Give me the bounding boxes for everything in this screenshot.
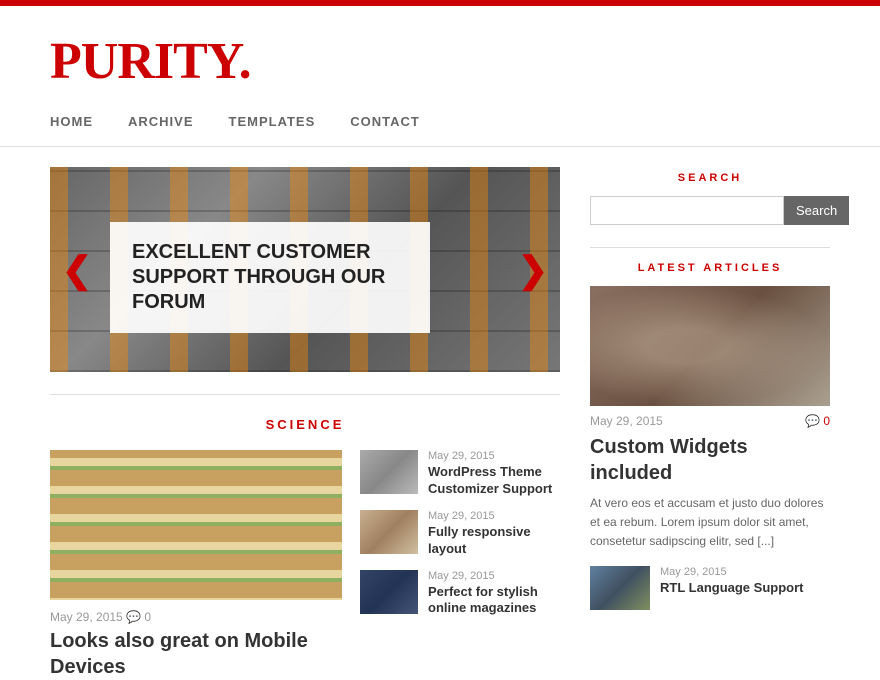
- search-box: Search: [590, 196, 830, 225]
- section-title: SCIENCE: [50, 394, 560, 432]
- small-article-2-text: May 29, 2015 Fully responsive layout: [428, 510, 560, 558]
- sidebar-small-title: RTL Language Support: [660, 580, 803, 597]
- sidebar-search-title: SEARCH: [590, 167, 830, 184]
- small-article-3: May 29, 2015 Perfect for stylish online …: [360, 570, 560, 618]
- hero-next-button[interactable]: ❯: [518, 252, 548, 288]
- sidebar-small-date: May 29, 2015: [660, 566, 803, 578]
- small-article-3-text: May 29, 2015 Perfect for stylish online …: [428, 570, 560, 618]
- sidebar: SEARCH Search LATEST ARTICLES May 29, 20…: [590, 167, 830, 680]
- main-article-comment-icon: 💬: [126, 610, 144, 624]
- hero-slider: EXCELLENT CUSTOMER SUPPORT THROUGH OUR F…: [50, 167, 560, 372]
- main-layout: EXCELLENT CUSTOMER SUPPORT THROUGH OUR F…: [0, 167, 880, 680]
- logo-text: PURITY: [50, 33, 239, 90]
- logo-dot: .: [239, 33, 251, 90]
- nav-archive[interactable]: ARCHIVE: [128, 114, 194, 129]
- sidebar-featured-title: Custom Widgets included: [590, 434, 830, 486]
- small-article-1: May 29, 2015 WordPress Theme Customizer …: [360, 450, 560, 498]
- small-article-1-image: [360, 450, 418, 494]
- nav-templates[interactable]: TEMPLATES: [229, 114, 316, 129]
- small-article-2: May 29, 2015 Fully responsive layout: [360, 510, 560, 558]
- small-article-3-title: Perfect for stylish online magazines: [428, 584, 560, 618]
- search-button[interactable]: Search: [784, 196, 849, 225]
- small-article-1-title: WordPress Theme Customizer Support: [428, 464, 560, 498]
- main-article-title: Looks also great on Mobile Devices: [50, 628, 342, 680]
- small-article-2-image: [360, 510, 418, 554]
- main-nav: HOME ARCHIVE TEMPLATES CONTACT: [0, 103, 880, 147]
- small-article-3-date: May 29, 2015: [428, 570, 560, 582]
- sushi-image: [50, 450, 342, 600]
- hero-prev-button[interactable]: ❮: [62, 252, 92, 288]
- sidebar-featured-comment-icon: 💬 0: [805, 414, 830, 428]
- hero-caption-text: EXCELLENT CUSTOMER SUPPORT THROUGH OUR F…: [132, 240, 408, 315]
- sidebar-small-article: May 29, 2015 RTL Language Support: [590, 566, 830, 610]
- logo: PURITY.: [50, 36, 830, 88]
- main-article-meta: May 29, 2015 💬 0: [50, 610, 342, 624]
- small-article-1-date: May 29, 2015: [428, 450, 560, 462]
- small-article-2-title: Fully responsive layout: [428, 524, 560, 558]
- sidebar-featured-meta: May 29, 2015 💬 0: [590, 414, 830, 428]
- main-article-image: [50, 450, 342, 600]
- small-article-2-date: May 29, 2015: [428, 510, 560, 522]
- sidebar-small-image: [590, 566, 650, 610]
- articles-grid: May 29, 2015 💬 0 Looks also great on Mob…: [50, 450, 560, 680]
- sidebar-featured-image: [590, 286, 830, 406]
- small-articles-list: May 29, 2015 WordPress Theme Customizer …: [360, 450, 560, 680]
- sidebar-latest-title: LATEST ARTICLES: [590, 247, 830, 274]
- main-article-date: May 29, 2015: [50, 610, 123, 624]
- sidebar-featured-date: May 29, 2015: [590, 414, 663, 428]
- sidebar-featured-excerpt: At vero eos et accusam et justo duo dolo…: [590, 494, 830, 552]
- main-article-comments: 0: [144, 610, 151, 624]
- hero-caption: EXCELLENT CUSTOMER SUPPORT THROUGH OUR F…: [110, 222, 430, 333]
- main-content: EXCELLENT CUSTOMER SUPPORT THROUGH OUR F…: [50, 167, 560, 680]
- nav-contact[interactable]: CONTACT: [350, 114, 420, 129]
- sidebar-featured-comments: 0: [823, 414, 830, 428]
- main-article: May 29, 2015 💬 0 Looks also great on Mob…: [50, 450, 342, 680]
- nav-home[interactable]: HOME: [50, 114, 93, 129]
- small-article-1-text: May 29, 2015 WordPress Theme Customizer …: [428, 450, 560, 498]
- sidebar-small-text: May 29, 2015 RTL Language Support: [660, 566, 803, 597]
- header: PURITY.: [0, 6, 880, 103]
- small-article-3-image: [360, 570, 418, 614]
- search-input[interactable]: [590, 196, 784, 225]
